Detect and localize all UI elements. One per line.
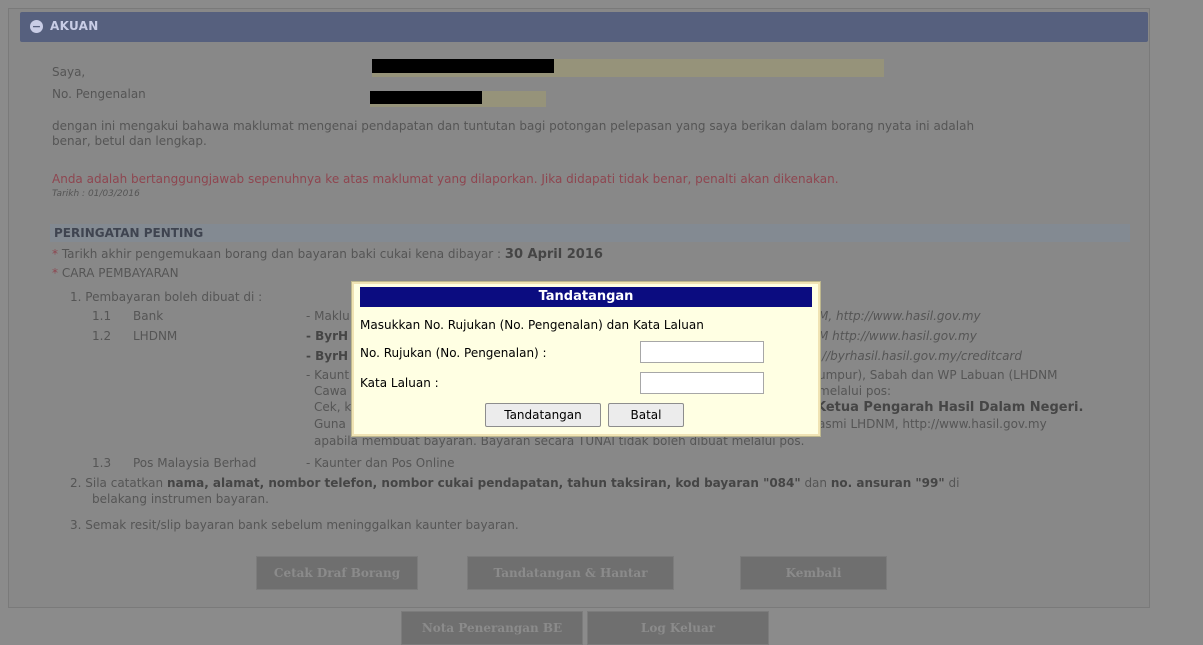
item2-suffix: di bbox=[944, 476, 960, 490]
apabila-text: apabila membuat bayaran. Bayaran secara … bbox=[314, 434, 805, 448]
warning-text: Anda adalah bertanggungjawab sepenuhnya … bbox=[52, 172, 839, 186]
ref-label: No. Rujukan (No. Pengenalan) : bbox=[360, 346, 547, 360]
payment-item-3: 3. Semak resit/slip bayaran bank sebelum… bbox=[70, 518, 519, 532]
pos-text: - Kaunter dan Pos Online bbox=[306, 456, 455, 470]
item2-mid: dan bbox=[800, 476, 831, 490]
redacted-id bbox=[370, 91, 482, 104]
deadline-text: Tarikh akhir pengemukaan borang dan baya… bbox=[61, 247, 505, 261]
dialog-instruction: Masukkan No. Rujukan (No. Pengenalan) da… bbox=[360, 318, 704, 332]
password-input[interactable] bbox=[640, 372, 764, 394]
cawangan-right: melalui pos: bbox=[818, 384, 892, 398]
payment-heading: CARA PEMBAYARAN bbox=[61, 266, 179, 280]
lhdnm-no: 1.2 bbox=[92, 329, 112, 343]
kaunter-right: umpur), Sabah dan WP Labuan (LHDNM bbox=[818, 368, 1058, 382]
date-text: Tarikh : 01/03/2016 bbox=[52, 189, 140, 199]
minus-circle-icon[interactable]: − bbox=[30, 20, 43, 33]
guna-right: asmi LHDNM, http://www.hasil.gov.my bbox=[818, 417, 1047, 431]
sign-submit-button[interactable]: Tandatangan & Hantar bbox=[467, 556, 674, 590]
saya-label: Saya, bbox=[52, 65, 86, 79]
deadline-date: 30 April 2016 bbox=[504, 247, 603, 262]
pos-no: 1.3 bbox=[92, 456, 112, 470]
dialog-title: Tandatangan bbox=[360, 287, 812, 307]
item2-prefix: 2. Sila catatkan bbox=[70, 476, 167, 490]
pos-name: Pos Malaysia Berhad bbox=[133, 456, 257, 470]
payment-item-2-line2: belakang instrumen bayaran. bbox=[92, 492, 269, 506]
deadline-line: * Tarikh akhir pengemukaan borang dan ba… bbox=[52, 247, 603, 262]
payment-heading-line: * CARA PEMBAYARAN bbox=[52, 266, 179, 280]
bank-link[interactable]: M, http://www.hasil.gov.my bbox=[818, 309, 981, 323]
redacted-name bbox=[372, 59, 554, 73]
cawangan-text: Cawa bbox=[314, 384, 347, 398]
byrhasil-2-link[interactable]: ://byrhasil.hasil.gov.my/creditcard bbox=[818, 349, 1022, 363]
sign-button[interactable]: Tandatangan bbox=[485, 403, 601, 427]
ref-number-input[interactable] bbox=[640, 341, 764, 363]
id-label: No. Pengenalan bbox=[52, 87, 146, 101]
declaration-statement-2: benar, betul dan lengkap. bbox=[52, 134, 207, 148]
byrhasil-1: - ByrH bbox=[306, 329, 349, 343]
bank-text: - Maklu bbox=[306, 309, 350, 323]
back-button[interactable]: Kembali bbox=[740, 556, 887, 590]
section-title: AKUAN bbox=[50, 19, 99, 33]
logout-button[interactable]: Log Keluar bbox=[587, 611, 769, 645]
guna-text: Guna bbox=[314, 417, 346, 431]
akuan-section-header[interactable]: − AKUAN bbox=[20, 12, 1148, 42]
lhdnm-name: LHDNM bbox=[133, 329, 178, 343]
print-draft-button[interactable]: Cetak Draf Borang bbox=[256, 556, 418, 590]
bank-no: 1.1 bbox=[92, 309, 112, 323]
payment-item-2: 2. Sila catatkan nama, alamat, nombor te… bbox=[70, 476, 959, 490]
password-label: Kata Laluan : bbox=[360, 376, 439, 390]
item2-bold: nama, alamat, nombor telefon, nombor cuk… bbox=[166, 476, 801, 490]
kaunter-text: - Kaunt bbox=[306, 368, 350, 382]
payment-item-1: 1. Pembayaran boleh dibuat di : bbox=[70, 290, 263, 304]
explanation-notes-button[interactable]: Nota Penerangan BE bbox=[401, 611, 583, 645]
notice-heading: PERINGATAN PENTING bbox=[50, 224, 1130, 242]
bank-name: Bank bbox=[133, 309, 164, 323]
byrhasil-1-link[interactable]: M http://www.hasil.gov.my bbox=[818, 329, 977, 343]
declaration-statement: dengan ini mengakui bahawa maklumat meng… bbox=[52, 119, 975, 133]
cek-right: Ketua Pengarah Hasil Dalam Negeri. bbox=[816, 400, 1084, 415]
item2-bold2: no. ansuran "99" bbox=[830, 476, 945, 490]
signature-dialog: Tandatangan Masukkan No. Rujukan (No. Pe… bbox=[352, 282, 820, 436]
cancel-button[interactable]: Batal bbox=[608, 403, 684, 427]
cek-text: Cek, k bbox=[314, 400, 352, 414]
byrhasil-2: - ByrH bbox=[306, 349, 349, 363]
